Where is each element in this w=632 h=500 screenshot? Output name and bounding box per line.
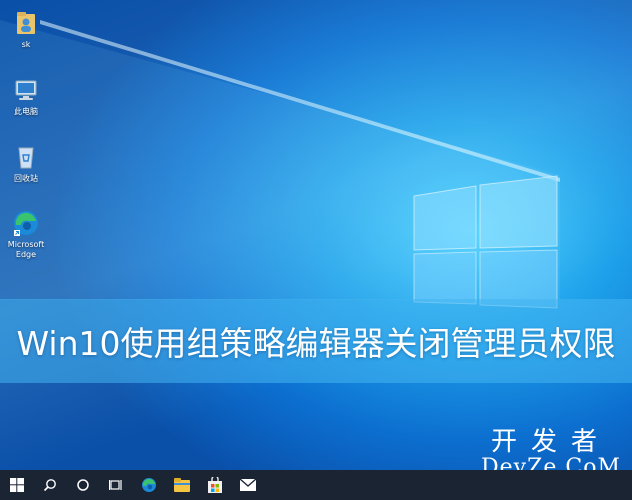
title-banner: Win10使用组策略编辑器关闭管理员权限: [0, 299, 632, 383]
store-button[interactable]: [198, 470, 231, 500]
file-explorer-icon: [173, 478, 190, 492]
start-button[interactable]: [0, 470, 33, 500]
windows-logo-wallpaper: [0, 20, 560, 309]
store-icon: [207, 477, 222, 493]
taskbar: [0, 470, 632, 500]
desktop-icon-sk[interactable]: sk: [0, 8, 52, 50]
user-folder-icon: [11, 8, 41, 38]
task-view-icon: [108, 480, 122, 490]
recycle-bin-icon: [11, 142, 41, 172]
desktop-icon-label: 此电脑: [14, 107, 38, 116]
task-view-button[interactable]: [99, 470, 132, 500]
desktop-icon-edge[interactable]: Microsoft Edge: [0, 208, 52, 260]
desktop-icon-label: Microsoft Edge: [7, 240, 45, 259]
watermark-cn: 开发者: [490, 427, 611, 457]
start-icon: [9, 478, 24, 492]
cortana-button[interactable]: [66, 470, 99, 500]
this-pc-icon: [11, 75, 41, 105]
mail-icon: [239, 479, 256, 491]
desktop-icon-recycle-bin[interactable]: 回收站: [0, 142, 52, 184]
cortana-icon: [76, 479, 89, 491]
edge-icon: [141, 478, 156, 492]
desktop-icon-this-pc[interactable]: 此电脑: [0, 75, 52, 117]
watermark: 开发者 DevZe.CoM: [476, 428, 626, 470]
desktop-icon-label: 回收站: [14, 174, 38, 183]
search-icon: [43, 479, 56, 492]
search-button[interactable]: [33, 470, 66, 500]
file-explorer-button[interactable]: [165, 470, 198, 500]
page-title: Win10使用组策略编辑器关闭管理员权限: [16, 324, 616, 363]
mail-button[interactable]: [231, 470, 264, 500]
edge-icon: [11, 208, 41, 238]
watermark-en: DevZe.CoM: [481, 455, 621, 471]
taskbar-edge-button[interactable]: [132, 470, 165, 500]
desktop-icon-label: sk: [21, 40, 31, 49]
desktop: sk 此电脑 回收站 Microsoft Edge Win10使用组策略编辑器关…: [0, 0, 632, 470]
